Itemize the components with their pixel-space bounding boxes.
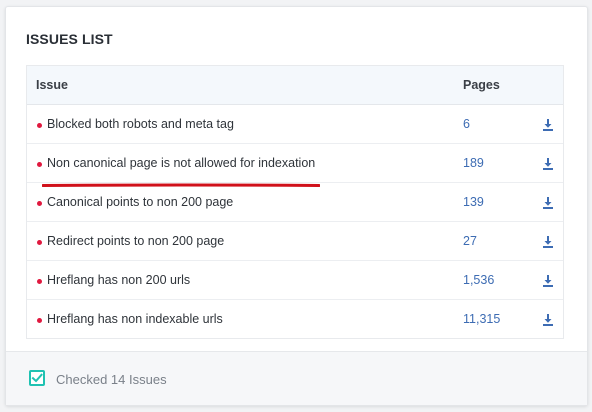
table-row: Redirect points to non 200 page 27: [27, 222, 563, 261]
red-dot-icon: [37, 279, 42, 284]
pages-count-link[interactable]: 11,315: [463, 312, 500, 326]
table-row: Non canonical page is not allowed for in…: [27, 144, 563, 183]
column-header-pages: Pages: [463, 78, 500, 92]
table-header: Issue Pages: [27, 66, 563, 105]
pages-count-link[interactable]: 27: [463, 234, 477, 248]
red-dot-icon: [37, 318, 42, 323]
download-icon[interactable]: [543, 274, 553, 287]
issue-name: Hreflang has non indexable urls: [47, 312, 223, 326]
download-icon[interactable]: [543, 157, 553, 170]
pages-count-link[interactable]: 189: [463, 156, 484, 170]
checkbox-check-icon: [31, 373, 43, 383]
download-icon[interactable]: [543, 235, 553, 248]
panel-footer: Checked 14 Issues: [6, 351, 587, 405]
issue-name: Canonical points to non 200 page: [47, 195, 234, 209]
issue-name: Blocked both robots and meta tag: [47, 117, 234, 131]
column-header-issue: Issue: [36, 78, 68, 92]
issues-list-panel: ISSUES LIST Issue Pages Blocked both rob…: [5, 6, 588, 406]
issue-name: Hreflang has non 200 urls: [47, 273, 191, 287]
issue-name: Redirect points to non 200 page: [47, 234, 225, 248]
checked-issues-checkbox[interactable]: [29, 370, 45, 386]
issue-name: Non canonical page is not allowed for in…: [47, 156, 316, 170]
checked-issues-label: Checked 14 Issues: [56, 372, 167, 387]
download-icon[interactable]: [543, 313, 553, 326]
table-row: Hreflang has non indexable urls 11,315: [27, 300, 563, 338]
panel-title: ISSUES LIST: [26, 31, 113, 47]
red-dot-icon: [37, 162, 42, 167]
issues-table: Issue Pages Blocked both robots and meta…: [26, 65, 564, 339]
red-dot-icon: [37, 123, 42, 128]
red-dot-icon: [37, 240, 42, 245]
download-icon[interactable]: [543, 118, 553, 131]
pages-count-link[interactable]: 139: [463, 195, 484, 209]
pages-count-link[interactable]: 6: [463, 117, 470, 131]
annotation-underline: [42, 183, 320, 187]
red-dot-icon: [37, 201, 42, 206]
table-row: Canonical points to non 200 page 139: [27, 183, 563, 222]
pages-count-link[interactable]: 1,536: [463, 273, 494, 287]
download-icon[interactable]: [543, 196, 553, 209]
table-row: Blocked both robots and meta tag 6: [27, 105, 563, 144]
table-row: Hreflang has non 200 urls 1,536: [27, 261, 563, 300]
